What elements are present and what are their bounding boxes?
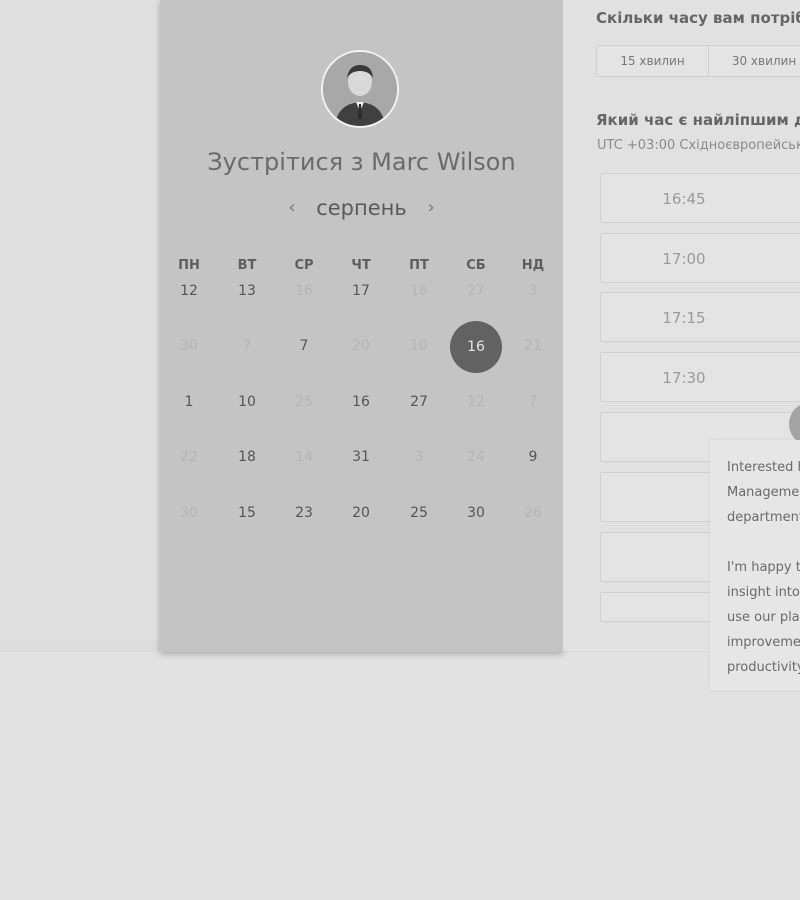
duration-question: Скільки часу вам потрібн [596, 9, 800, 27]
chat-line: improvemen [727, 635, 800, 650]
time-slot[interactable]: 17:15 [600, 292, 800, 342]
calendar-day: 20 [352, 338, 370, 354]
calendar-day: 16 [295, 283, 313, 299]
calendar-day: 3 [414, 449, 424, 465]
calendar-day: 3 [528, 283, 538, 299]
time-slot[interactable]: 17:30 [600, 352, 800, 402]
calendar-day: 7 [242, 338, 252, 354]
calendar-day[interactable]: 25 [399, 502, 439, 524]
calendar-day: 30 [180, 338, 198, 354]
booking-page: Зустрітися з Marc Wilson ‹ серпень › ПН … [0, 0, 800, 900]
calendar-day[interactable]: 9 [513, 446, 553, 468]
calendar-day: 24 [467, 449, 485, 465]
calendar-day: 7 [528, 394, 538, 410]
calendar-day[interactable]: 13 [227, 280, 267, 302]
calendar-day: 21 [524, 338, 542, 354]
calendar-day: 12 [467, 394, 485, 410]
calendar-day: 10 [410, 338, 428, 354]
duration-selector: 15 хвилин 30 хвилин [596, 45, 800, 77]
calendar-day: 26 [524, 505, 542, 521]
calendar-panel: Зустрітися з Marc Wilson ‹ серпень › ПН … [160, 0, 563, 652]
selected-day[interactable]: 16 [450, 321, 502, 373]
duration-option-30[interactable]: 30 хвилин [709, 46, 800, 76]
calendar-day[interactable]: 20 [341, 502, 381, 524]
calendar-day: 30 [180, 505, 198, 521]
calendar-day[interactable]: 31 [341, 446, 381, 468]
calendar-day[interactable]: 30 [456, 502, 496, 524]
chat-line: Interested h [727, 460, 800, 475]
calendar-day[interactable]: 18 [227, 446, 267, 468]
calendar-day: 25 [295, 394, 313, 410]
chat-message: Interested h Managemen department I'm ha… [727, 455, 800, 705]
time-slot[interactable]: 17:00 [600, 233, 800, 283]
calendar-day[interactable]: 16 [341, 391, 381, 413]
chat-line: department [727, 510, 800, 525]
chat-popup[interactable]: Interested h Managemen department I'm ha… [710, 440, 800, 690]
chat-paragraph: Interested h Managemen department [727, 455, 800, 530]
chat-paragraph: I'm happy to insight into use our plat i… [727, 555, 800, 680]
chat-line: insight into [727, 585, 800, 600]
calendar-day: 14 [295, 449, 313, 465]
calendar-day[interactable]: 10 [227, 391, 267, 413]
calendar-day[interactable]: 17 [341, 280, 381, 302]
time-question: Який час є найліпшим для [596, 111, 800, 129]
calendar-day[interactable]: 1 [169, 391, 209, 413]
calendar-day[interactable]: 27 [399, 391, 439, 413]
timezone-label: UTC +03:00 Східноєвропейськ [597, 138, 800, 153]
chat-line: I'm happy to [727, 560, 800, 575]
chat-line: Managemen [727, 485, 800, 500]
calendar-day: 27 [467, 283, 485, 299]
time-slot[interactable]: 16:45 [600, 173, 800, 223]
calendar-day: 22 [180, 449, 198, 465]
duration-option-15[interactable]: 15 хвилин [597, 46, 708, 76]
calendar-day[interactable]: 15 [227, 502, 267, 524]
calendar-day-grid: 12 13 16 17 16 27 3 30 7 7 20 10 16 21 1 10 25 16 27 12 7 22 1… [160, 0, 563, 652]
calendar-day[interactable]: 23 [284, 502, 324, 524]
chat-line: productivity. [727, 660, 800, 675]
chat-line: use our plat [727, 610, 800, 625]
calendar-day[interactable]: 12 [169, 280, 209, 302]
calendar-day[interactable]: 7 [284, 335, 324, 357]
calendar-day: 16 [410, 283, 428, 299]
